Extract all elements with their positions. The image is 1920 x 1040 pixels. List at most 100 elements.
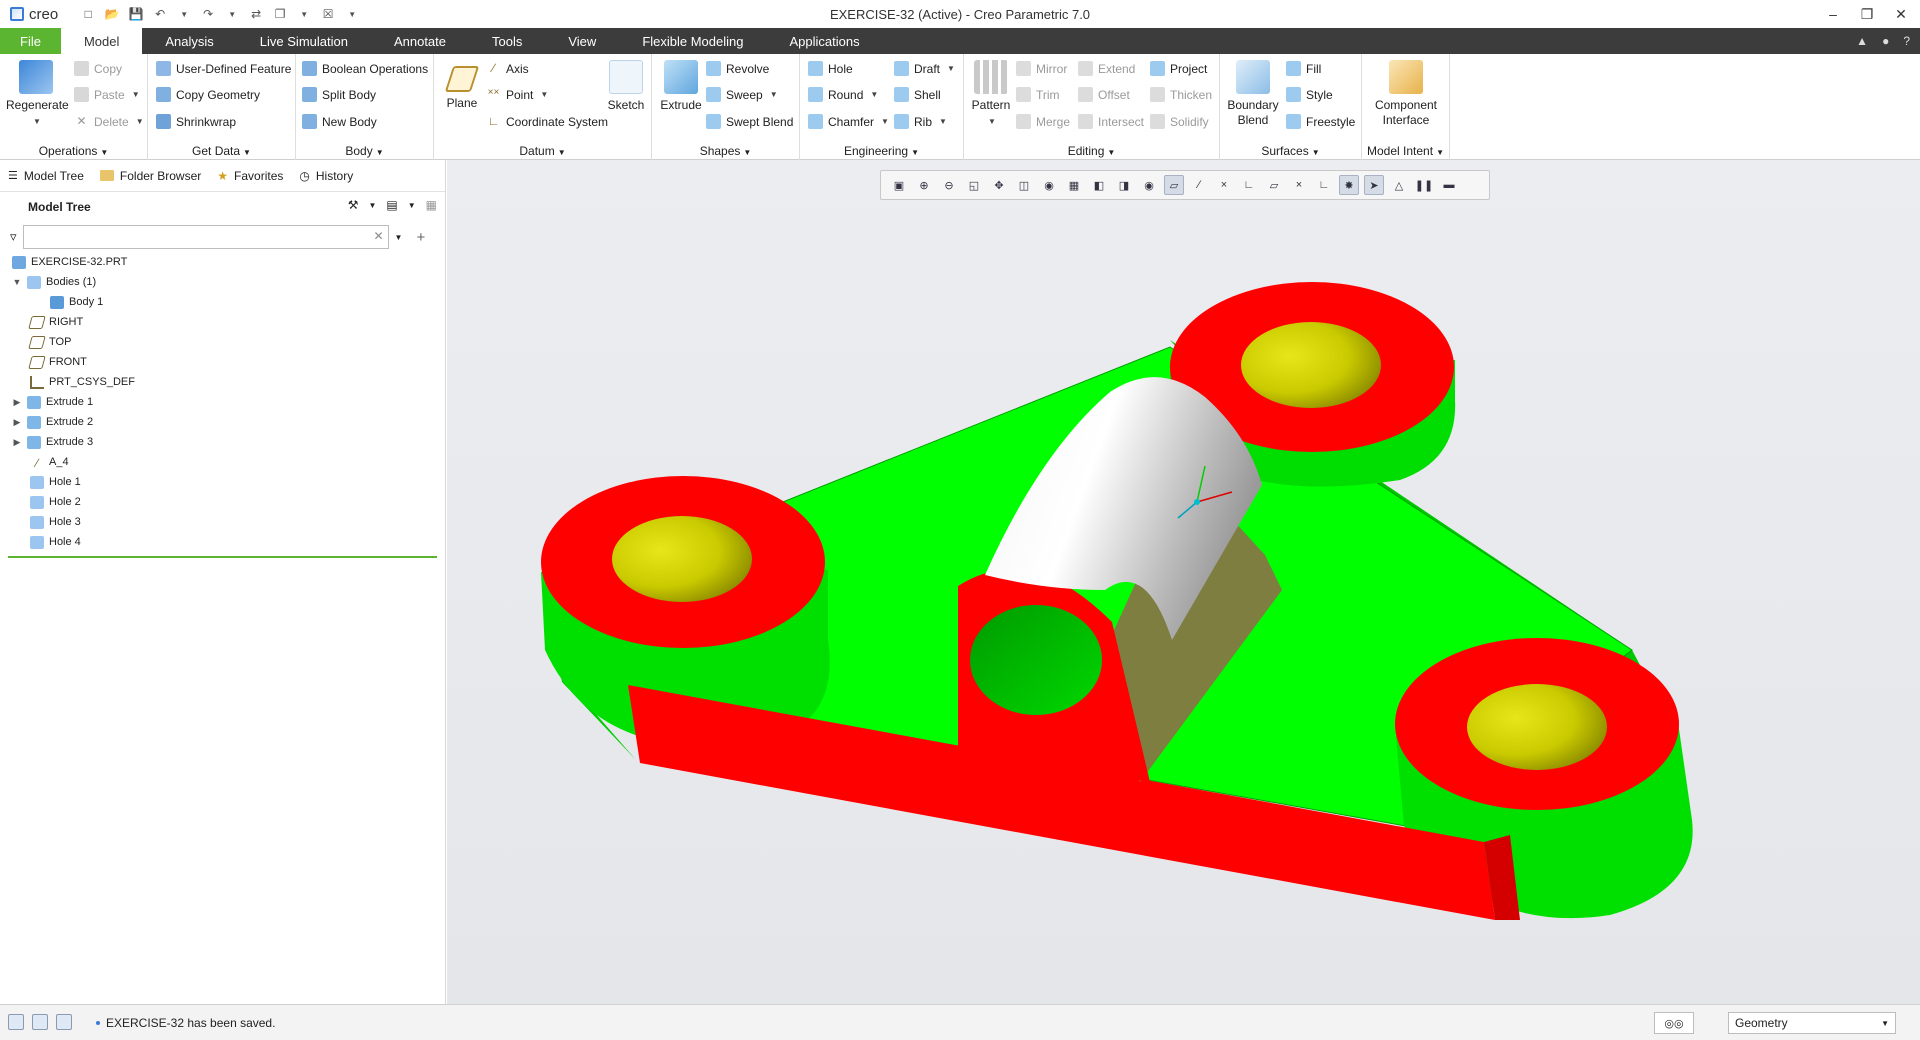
clear-search-icon[interactable]: ✕ (373, 229, 383, 243)
new-body-button[interactable]: New Body (302, 114, 377, 129)
tree-columns-icon[interactable]: ▦ (426, 198, 437, 212)
minimize-icon[interactable]: – (1820, 3, 1846, 25)
regenerate-dropdown-icon[interactable]: ▼ (33, 117, 41, 126)
expand-toggle-icon[interactable]: ▶ (12, 437, 22, 448)
datum-group-label[interactable]: Datum ▼ (434, 144, 651, 158)
tree-settings-dropdown-icon[interactable]: ▼ (368, 201, 376, 210)
offset-button[interactable]: Offset (1078, 87, 1130, 102)
merge-button[interactable]: Merge (1016, 114, 1070, 129)
display-style-icon[interactable]: ▦ (1064, 175, 1084, 195)
copy-button[interactable]: Copy (74, 61, 122, 76)
project-button[interactable]: Project (1150, 61, 1207, 76)
csys-display-icon[interactable]: ∟ (1239, 175, 1259, 195)
pattern-dropdown-icon[interactable]: ▼ (988, 117, 996, 126)
full-screen-icon[interactable] (56, 1014, 72, 1030)
component-interface-button[interactable]: Component Interface (1364, 60, 1448, 128)
point-tag-display-icon[interactable]: × (1289, 175, 1309, 195)
tree-item-top[interactable]: TOP (28, 332, 71, 352)
csys-tag-display-icon[interactable]: ∟ (1314, 175, 1334, 195)
tree-item-bodies[interactable]: ▼ Bodies (1) (12, 272, 96, 292)
delete-dropdown-icon[interactable]: ▼ (136, 117, 144, 126)
customize-qat-icon[interactable]: ▼ (344, 6, 360, 22)
close-window-icon[interactable]: ☒ (320, 6, 336, 22)
view-manager-icon[interactable]: ◉ (1039, 175, 1059, 195)
tree-item-extrude3[interactable]: ▶ Extrude 3 (12, 432, 93, 452)
datum-planes-display-icon[interactable]: ▱ (1164, 175, 1184, 195)
tab-favorites[interactable]: ★ Favorites (217, 169, 283, 183)
close-icon[interactable]: ✕ (1888, 3, 1914, 25)
saved-orientations-icon[interactable]: ◫ (1014, 175, 1034, 195)
search-dropdown-icon[interactable]: ▼ (395, 233, 403, 242)
appearance-icon[interactable]: ◉ (1139, 175, 1159, 195)
boolean-operations-button[interactable]: Boolean Operations (302, 61, 428, 76)
paste-dropdown-icon[interactable]: ▼ (132, 90, 140, 99)
model-intent-group-label[interactable]: Model Intent ▼ (1362, 144, 1449, 158)
redo-dropdown-icon[interactable]: ▼ (224, 6, 240, 22)
thicken-button[interactable]: Thicken (1150, 87, 1212, 102)
spin-center-icon[interactable]: ✸ (1339, 175, 1359, 195)
user-icon[interactable]: ● (1882, 34, 1889, 48)
undo-dropdown-icon[interactable]: ▼ (176, 6, 192, 22)
tree-item-csys[interactable]: PRT_CSYS_DEF (30, 372, 135, 392)
round-button[interactable]: Round ▼ (808, 87, 878, 102)
search-input[interactable] (22, 225, 389, 249)
trim-button[interactable]: Trim (1016, 87, 1060, 102)
tab-annotate[interactable]: Annotate (371, 28, 469, 54)
swept-blend-button[interactable]: Swept Blend (706, 114, 793, 129)
collapse-ribbon-icon[interactable]: ▲ (1856, 34, 1868, 48)
tab-history[interactable]: ◷ History (299, 169, 353, 183)
round-dropdown-icon[interactable]: ▼ (870, 90, 878, 99)
selection-filter-dropdown[interactable]: Geometry ▼ (1728, 1012, 1896, 1034)
tree-item-hole3[interactable]: Hole 3 (30, 512, 81, 532)
sweep-dropdown-icon[interactable]: ▼ (770, 90, 778, 99)
perspective-icon[interactable]: ◧ (1089, 175, 1109, 195)
expand-toggle-icon[interactable]: ▶ (12, 397, 22, 408)
windows-icon[interactable]: ❐ (272, 6, 288, 22)
intersect-button[interactable]: Intersect (1078, 114, 1144, 129)
tree-item-body1[interactable]: Body 1 (50, 292, 103, 312)
get-data-group-label[interactable]: Get Data ▼ (148, 144, 295, 158)
draft-dropdown-icon[interactable]: ▼ (947, 64, 955, 73)
rib-button[interactable]: Rib ▼ (894, 114, 947, 129)
hole-button[interactable]: Hole (808, 61, 853, 76)
extrude-button[interactable]: Extrude (656, 60, 706, 113)
sketch-button[interactable]: Sketch (604, 60, 648, 113)
mirror-button[interactable]: Mirror (1016, 61, 1067, 76)
help-icon[interactable]: ? (1903, 34, 1910, 48)
datum-axes-display-icon[interactable]: ∕ (1189, 175, 1209, 195)
coordinate-system-button[interactable]: ∟ Coordinate System (486, 114, 608, 129)
tree-item-hole1[interactable]: Hole 1 (30, 472, 81, 492)
restore-icon[interactable]: ❐ (1854, 3, 1880, 25)
windows-dropdown-icon[interactable]: ▼ (296, 6, 312, 22)
pattern-button[interactable]: Pattern ▼ (968, 60, 1014, 129)
repaint-icon[interactable]: ◱ (964, 175, 984, 195)
filter-icon[interactable]: ▿ (10, 229, 17, 245)
section-icon[interactable]: ◨ (1114, 175, 1134, 195)
show-dropdown-icon[interactable]: ▼ (408, 201, 416, 210)
regenerate-button[interactable]: Regenerate ▼ (6, 60, 69, 129)
plane-tag-display-icon[interactable]: ▱ (1264, 175, 1284, 195)
copy-geometry-button[interactable]: Copy Geometry (156, 87, 260, 102)
toggle-browser-icon[interactable] (32, 1014, 48, 1030)
axis-button[interactable]: ∕ Axis (486, 61, 528, 76)
extend-button[interactable]: Extend (1078, 61, 1135, 76)
zoom-out-icon[interactable]: ⊖ (939, 175, 959, 195)
paste-button[interactable]: Paste ▼ (74, 87, 140, 102)
tab-folder-browser[interactable]: Folder Browser (99, 169, 201, 183)
shrinkwrap-button[interactable]: Shrinkwrap (156, 114, 236, 129)
boss-right-hole[interactable] (1467, 684, 1607, 770)
tree-item-part[interactable]: EXERCISE-32.PRT (12, 252, 127, 272)
toggle-navigator-icon[interactable] (8, 1014, 24, 1030)
find-button[interactable]: ◎◎ (1654, 1012, 1694, 1034)
tree-item-extrude2[interactable]: ▶ Extrude 2 (12, 412, 93, 432)
regenerate-qat-icon[interactable]: ⇄ (248, 6, 264, 22)
tab-model[interactable]: Model (60, 28, 143, 54)
tab-view[interactable]: View (545, 28, 619, 54)
tree-item-hole4[interactable]: Hole 4 (30, 532, 81, 552)
tab-live-simulation[interactable]: Live Simulation (237, 28, 371, 54)
fill-button[interactable]: Fill (1286, 61, 1321, 76)
show-icon[interactable]: ▤ (386, 198, 397, 212)
graphics-viewport[interactable]: ▣ ⊕ ⊖ ◱ ✥ ◫ ◉ ▦ ◧ ◨ ◉ ▱ ∕ × ∟ ▱ × ∟ ✸ ➤ … (447, 160, 1920, 1004)
udf-button[interactable]: User-Defined Feature (156, 61, 291, 76)
freestyle-button[interactable]: Freestyle (1286, 114, 1355, 129)
